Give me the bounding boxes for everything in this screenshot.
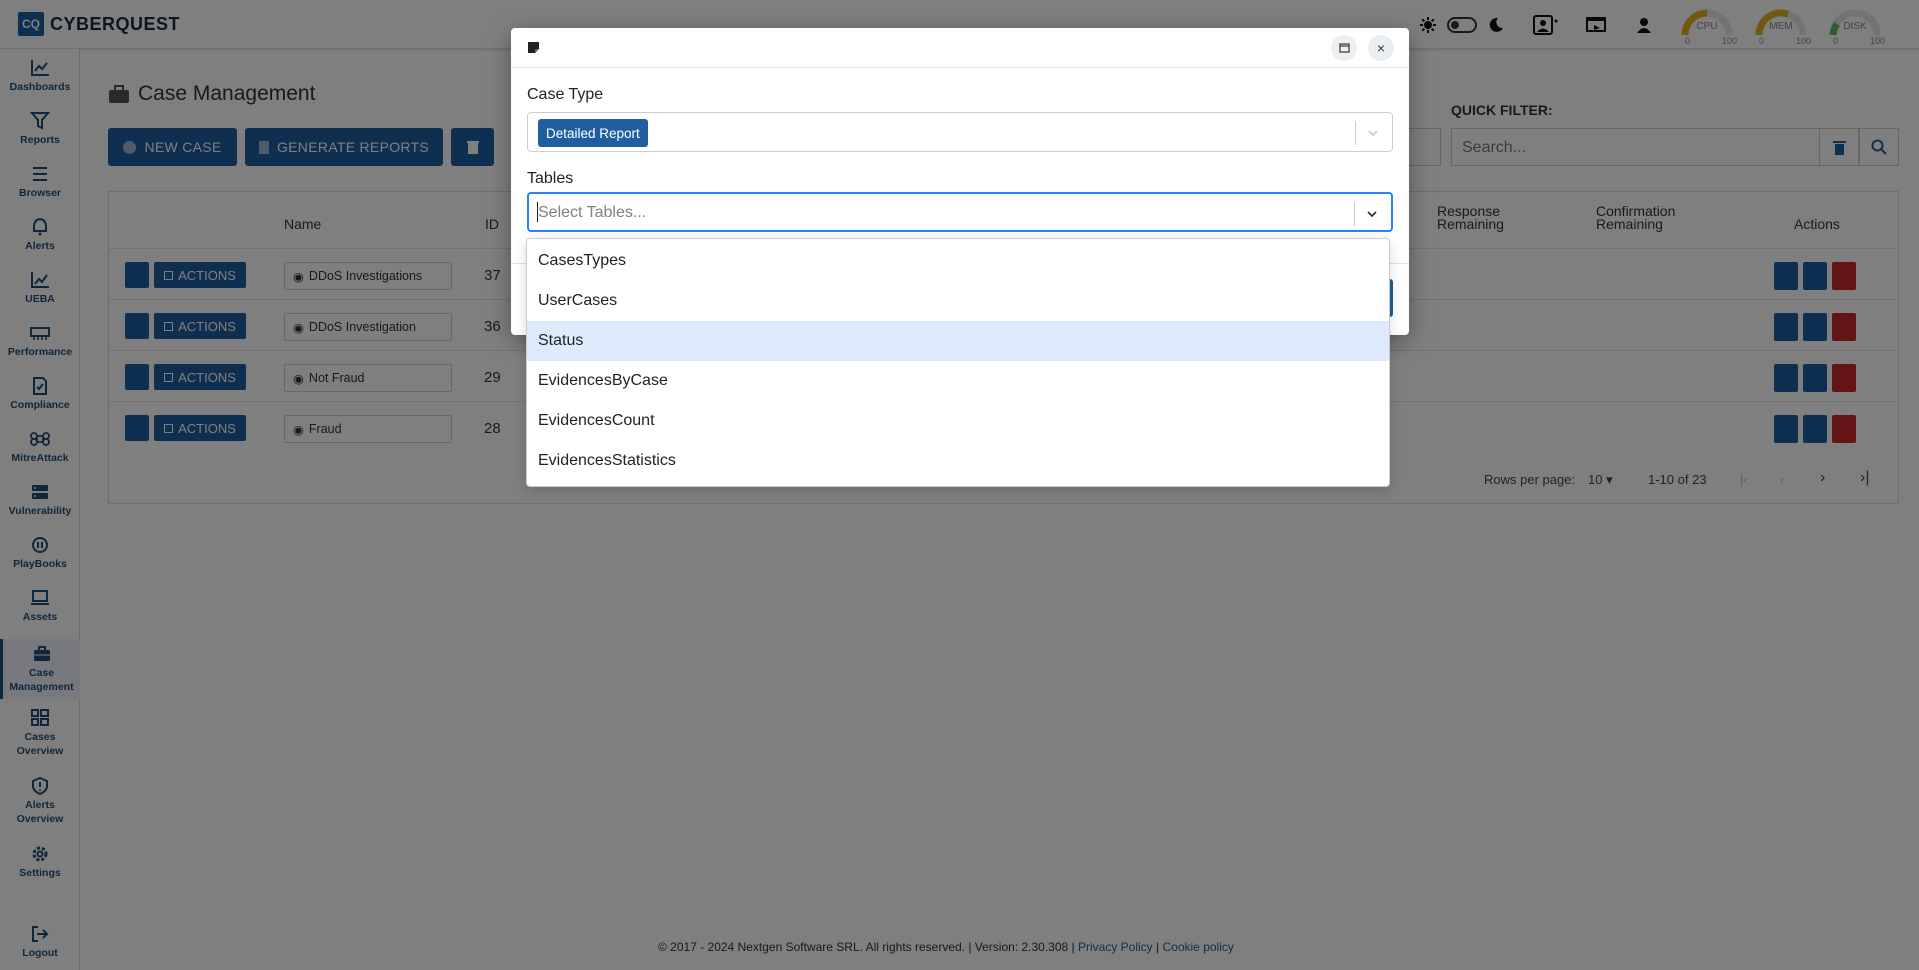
select-separator	[1355, 121, 1356, 145]
dropdown-option-usercases[interactable]: UserCases	[527, 281, 1389, 321]
tables-label: Tables	[527, 170, 574, 187]
tables-placeholder: Select Tables...	[538, 204, 647, 221]
case-type-select[interactable]: Detailed Report	[527, 112, 1393, 152]
close-button[interactable]: ×	[1368, 35, 1394, 61]
dropdown-option-casestypes[interactable]: CasesTypes	[527, 241, 1389, 281]
dialog-header: ×	[511, 28, 1409, 68]
chevron-down-icon[interactable]	[1366, 126, 1380, 140]
maximize-icon	[1338, 43, 1350, 53]
case-type-label: Case Type	[527, 86, 604, 103]
tables-dropdown-menu: CasesTypes UserCases Status EvidencesByC…	[526, 238, 1390, 487]
dropdown-option-status[interactable]: Status	[527, 321, 1389, 361]
dropdown-option-evidencesstatistics[interactable]: EvidencesStatistics	[527, 441, 1389, 481]
dropdown-option-evidencescount[interactable]: EvidencesCount	[527, 401, 1389, 441]
chevron-down-icon[interactable]	[1365, 207, 1379, 221]
select-separator	[1354, 202, 1355, 226]
maximize-button[interactable]	[1331, 35, 1357, 61]
close-icon: ×	[1376, 40, 1386, 56]
case-type-chip: Detailed Report	[538, 119, 648, 147]
tables-select[interactable]: Select Tables...	[527, 192, 1393, 232]
dropdown-option-evidencesbycase[interactable]: EvidencesByCase	[527, 361, 1389, 401]
sticky-note-icon	[528, 42, 539, 53]
